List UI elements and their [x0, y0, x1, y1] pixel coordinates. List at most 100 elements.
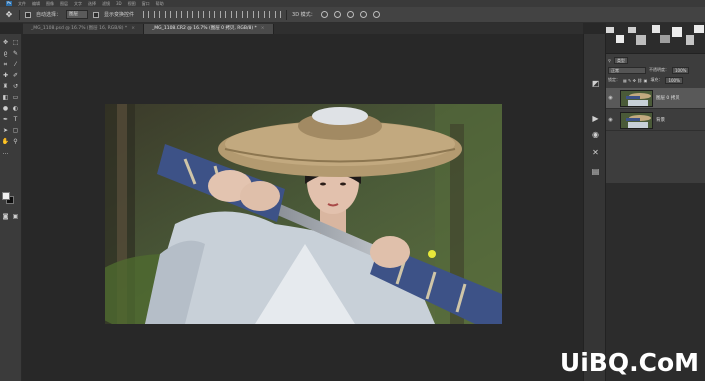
menu-view[interactable]: 视图 — [128, 1, 136, 7]
lasso-tool-icon[interactable]: ϱ — [1, 49, 10, 58]
mode-3d-label: 3D 模式： — [292, 12, 316, 18]
show-transform-checkbox[interactable] — [93, 11, 100, 18]
eye-icon[interactable]: ◉ — [606, 110, 615, 131]
tools-presets-icon[interactable]: ✕ — [590, 147, 601, 158]
drag-3d-icon[interactable] — [346, 11, 354, 18]
slide-3d-icon[interactable] — [359, 11, 367, 18]
layer-row[interactable]: ◉ 图层 0 拷贝 — [606, 88, 705, 109]
move-tool-icon[interactable]: ✥ — [1, 38, 10, 47]
clone-stamp-tool-icon[interactable]: ♜ — [1, 82, 10, 91]
move-tool-icon[interactable]: ✥ — [4, 10, 14, 20]
zoom-tool-icon[interactable]: ⚲ — [11, 137, 20, 146]
color-wheel-icon[interactable]: ◉ — [590, 129, 601, 140]
type-tool-icon[interactable]: T — [11, 115, 20, 124]
fill-field[interactable]: 100% — [665, 76, 683, 84]
distribute-left-icon[interactable] — [242, 11, 249, 18]
quick-mask-icon[interactable]: ◙ — [1, 212, 10, 221]
photo-woman-with-straw-hat-and-sword — [105, 104, 502, 324]
collapsed-panels-strip: ◩ ▶ ◉ ✕ ▤ — [583, 34, 606, 381]
document-image[interactable] — [105, 104, 502, 324]
path-selection-tool-icon[interactable]: ➤ — [1, 126, 10, 135]
layer-thumbnail-image — [621, 90, 652, 106]
more-tools-icon[interactable]: … — [1, 148, 10, 157]
history-panel-icon[interactable]: ◩ — [590, 78, 601, 89]
tab-psd-document[interactable]: _MG_1108.psd @ 16.7% (图层 16, RGB/8) * × — [23, 24, 144, 34]
search-icon: ⚲ — [608, 57, 611, 63]
history-brush-tool-icon[interactable]: ↺ — [11, 82, 20, 91]
align-top-icon[interactable] — [143, 11, 150, 18]
menu-edit[interactable]: 编辑 — [32, 1, 40, 7]
fill-label: 填充： — [650, 77, 663, 82]
menu-help[interactable]: 帮助 — [156, 1, 164, 7]
layers-panel: ⚲ 类型 正常 不透明度： 100% 锁定： ▦ ✎ ✥ ⛓ ▣ 填充： 100… — [606, 53, 705, 183]
distribute-vcenter-icon[interactable] — [220, 11, 227, 18]
brush-tool-icon[interactable]: ✐ — [11, 71, 20, 80]
play-actions-icon[interactable]: ▶ — [590, 113, 601, 124]
menu-select[interactable]: 选择 — [88, 1, 96, 7]
kind-filter-dropdown[interactable]: 类型 — [613, 56, 628, 64]
roll-3d-icon[interactable] — [333, 11, 341, 18]
auto-select-dropdown[interactable]: 图层 — [66, 10, 89, 19]
distribute-right-icon[interactable] — [264, 11, 271, 18]
mode-3d-buttons — [320, 11, 380, 18]
hand-tool-icon[interactable]: ✋ — [1, 137, 10, 146]
eraser-tool-icon[interactable]: ◧ — [1, 93, 10, 102]
rectangle-tool-icon[interactable]: ▢ — [11, 126, 20, 135]
align-right-icon[interactable] — [198, 11, 205, 18]
align-bottom-icon[interactable] — [165, 11, 172, 18]
align-buttons — [143, 11, 282, 18]
layer-row[interactable]: ◉ 背景 — [606, 110, 705, 131]
eyedropper-tool-icon[interactable]: ⁄ — [11, 60, 20, 69]
close-icon[interactable]: × — [131, 26, 135, 31]
screen-mode-icon[interactable]: ▣ — [11, 212, 20, 221]
dodge-tool-icon[interactable]: ◐ — [11, 104, 20, 113]
lock-icons[interactable]: ▦ ✎ ✥ ⛓ ▣ — [623, 78, 647, 83]
layer-thumbnail — [620, 89, 653, 107]
cursor-highlight — [428, 250, 436, 258]
document-tab-bar: _MG_1108.psd @ 16.7% (图层 16, RGB/8) * × _… — [23, 23, 583, 34]
foreground-color-swatch[interactable] — [2, 192, 10, 200]
divider — [286, 9, 288, 20]
menu-window[interactable]: 窗口 — [142, 1, 150, 7]
distribute-top-icon[interactable] — [209, 11, 216, 18]
menu-bar: Ps 文件 编辑 图像 图层 文字 选择 滤镜 3D 视图 窗口 帮助 — [0, 0, 705, 7]
eye-icon[interactable]: ◉ — [606, 88, 615, 109]
rotate-3d-icon[interactable] — [320, 11, 328, 18]
auto-align-icon[interactable] — [275, 11, 282, 18]
gradient-tool-icon[interactable]: ▭ — [11, 93, 20, 102]
blur-tool-icon[interactable]: ● — [1, 104, 10, 113]
opacity-field[interactable]: 100% — [672, 66, 690, 74]
distribute-bottom-icon[interactable] — [231, 11, 238, 18]
crop-tool-icon[interactable]: ⌗ — [1, 60, 10, 69]
close-icon[interactable]: × — [261, 26, 265, 31]
marquee-tool-icon[interactable]: ⬚ — [11, 38, 20, 47]
align-left-icon[interactable] — [176, 11, 183, 18]
pen-tool-icon[interactable]: ✒ — [1, 115, 10, 124]
layer-name: 图层 0 拷贝 — [656, 96, 680, 101]
canvas-area[interactable] — [23, 34, 583, 381]
tools-panel: ✥ ⬚ ϱ ✎ ⌗ ⁄ ✚ ✐ ♜ ↺ ◧ ▭ ● ◐ ✒ T ➤ ▢ ✋ ⚲ … — [0, 34, 22, 381]
options-bar: ✥ 自动选择： 图层 显示变换控件 3D 模式： — [0, 7, 705, 23]
opacity-label: 不透明度： — [649, 67, 669, 72]
menu-image[interactable]: 图像 — [46, 1, 54, 7]
properties-panel-icon[interactable]: ▤ — [590, 166, 601, 177]
mosaic-pixelated-area — [606, 23, 705, 53]
healing-brush-tool-icon[interactable]: ✚ — [1, 71, 10, 80]
blend-mode-dropdown[interactable]: 正常 — [608, 66, 646, 74]
tab-cr2-document[interactable]: _MG_1108.CR2 @ 16.7% (图层 0 拷贝, RGB/8) * × — [143, 24, 274, 34]
divider — [19, 9, 20, 20]
photoshop-logo-icon: Ps — [6, 1, 12, 6]
auto-select-label: 自动选择： — [36, 12, 62, 18]
menu-3d[interactable]: 3D — [116, 1, 122, 6]
menu-filter[interactable]: 滤镜 — [102, 1, 110, 7]
align-hcenter-icon[interactable] — [187, 11, 194, 18]
scale-3d-icon[interactable] — [372, 11, 380, 18]
watermark: UiBQ.CoM — [559, 348, 699, 377]
quick-select-tool-icon[interactable]: ✎ — [11, 49, 20, 58]
menu-file[interactable]: 文件 — [18, 1, 26, 7]
auto-select-checkbox[interactable] — [25, 11, 31, 18]
menu-layer[interactable]: 图层 — [60, 1, 68, 7]
align-vcenter-icon[interactable] — [154, 11, 161, 18]
menu-type[interactable]: 文字 — [74, 1, 82, 7]
distribute-hcenter-icon[interactable] — [253, 11, 260, 18]
